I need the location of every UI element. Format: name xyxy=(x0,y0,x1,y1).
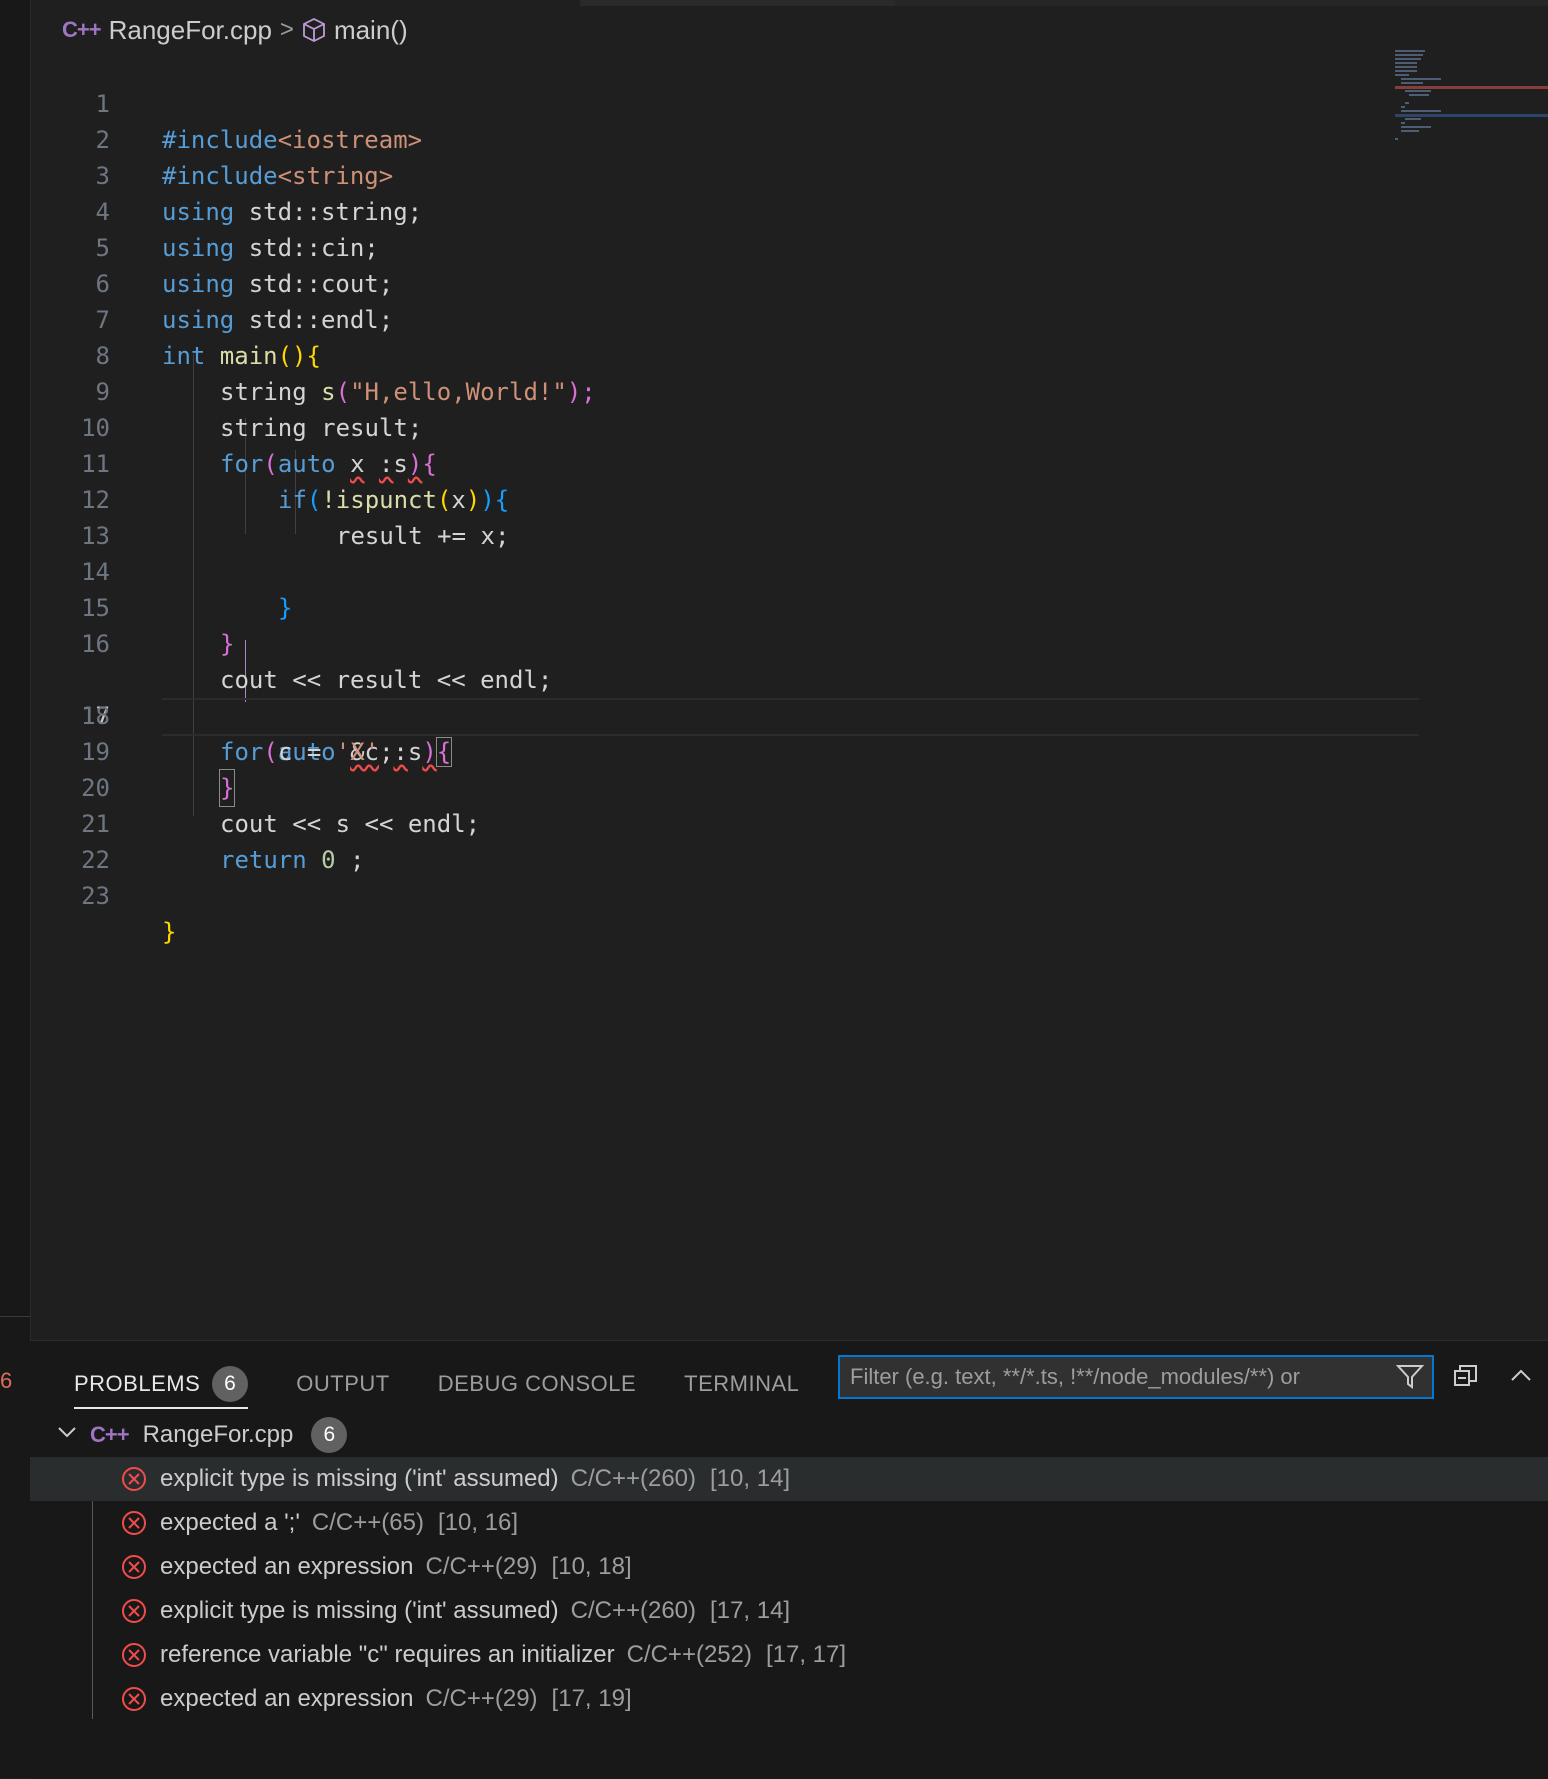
cpp-file-icon: C++ xyxy=(62,17,102,42)
error-icon xyxy=(120,1509,148,1537)
problem-position: [17, 17] xyxy=(765,1641,847,1668)
code-line[interactable]: 2 #include<string> xyxy=(30,86,1390,190)
problems-file-name: RangeFor.cpp xyxy=(142,1421,294,1448)
problem-source: C/C++(252) xyxy=(626,1641,752,1668)
problem-source: C/C++(29) xyxy=(425,1553,538,1580)
problems-file-group[interactable]: C++ RangeFor.cpp 6 xyxy=(30,1413,1548,1457)
code-line[interactable]: 5 using std::cout; xyxy=(30,194,1390,298)
problem-item[interactable]: expected a ';' C/C++(65) [10, 16] xyxy=(30,1501,1548,1545)
problem-item[interactable]: reference variable "c" requires an initi… xyxy=(30,1633,1548,1677)
panel-tabs: PROBLEMS 6 OUTPUT DEBUG CONSOLE TERMINAL xyxy=(74,1359,799,1409)
problems-count-badge: 6 xyxy=(212,1366,249,1402)
problem-message: explicit type is missing ('int' assumed) xyxy=(160,1465,559,1492)
code-line[interactable]: 1 #include<iostream> xyxy=(30,50,1390,154)
code-line[interactable]: 7 int main(){ xyxy=(30,266,1390,370)
tab-label: PROBLEMS xyxy=(74,1371,201,1396)
code-line[interactable]: 11 if(!ispunct(x)){ xyxy=(30,410,1390,514)
collapse-all-icon[interactable] xyxy=(1452,1363,1480,1394)
problem-message: reference variable "c" requires an initi… xyxy=(160,1641,615,1668)
cube-icon xyxy=(302,17,326,43)
problem-source: C/C++(260) xyxy=(570,1465,697,1492)
problem-item[interactable]: expected an expression C/C++(29) [10, 18… xyxy=(30,1545,1548,1589)
problem-source: C/C++(29) xyxy=(425,1685,538,1712)
code-line[interactable]: 12 result += x; xyxy=(30,446,1390,550)
problems-filter xyxy=(838,1355,1434,1399)
problem-source: C/C++(65) xyxy=(311,1509,424,1536)
breadcrumb-symbol[interactable]: main() xyxy=(334,15,408,46)
code-line-active[interactable]: 17 for(auto &c :s){ xyxy=(30,626,1419,767)
chevron-down-icon[interactable] xyxy=(56,1421,78,1450)
code-line[interactable]: 10 for(auto x :s){ xyxy=(30,374,1390,478)
tab-terminal[interactable]: TERMINAL xyxy=(684,1359,799,1409)
code-line[interactable]: 3 using std::string; xyxy=(30,122,1390,226)
code-token: } xyxy=(162,918,177,946)
tab-debug-console[interactable]: DEBUG CONSOLE xyxy=(438,1359,636,1409)
error-icon xyxy=(120,1553,148,1581)
code-line[interactable]: 19 } xyxy=(30,698,1390,807)
tab-problems[interactable]: PROBLEMS 6 xyxy=(74,1359,249,1409)
breadcrumb-file[interactable]: RangeFor.cpp xyxy=(109,15,272,46)
line-number: 23 xyxy=(81,882,110,910)
activity-divider xyxy=(0,1316,30,1317)
problems-file-count: 6 xyxy=(311,1417,348,1453)
problem-item[interactable]: explicit type is missing ('int' assumed)… xyxy=(30,1589,1548,1633)
code-line[interactable]: 8 string s("H,ello,World!"); xyxy=(30,302,1390,406)
error-icon xyxy=(120,1597,148,1625)
cpp-file-icon: C++ xyxy=(90,1422,130,1447)
code-line[interactable]: 14 } xyxy=(30,518,1390,622)
code-line[interactable]: 6 using std::endl; xyxy=(30,230,1390,334)
problem-message: expected an expression xyxy=(160,1685,414,1712)
problem-message: explicit type is missing ('int' assumed) xyxy=(160,1597,559,1624)
filter-input[interactable] xyxy=(848,1363,1388,1391)
code-line[interactable]: 9 string result; xyxy=(30,338,1390,442)
code-line[interactable]: 16 cout << result << endl; xyxy=(30,590,1390,694)
bottom-panel: PROBLEMS 6 OUTPUT DEBUG CONSOLE TERMINAL… xyxy=(30,1340,1548,1779)
code-line[interactable]: 13 xyxy=(30,482,1390,550)
code-line[interactable]: 18 c = 'X'; xyxy=(30,662,1390,766)
error-icon xyxy=(120,1685,148,1713)
problem-message: expected a ';' xyxy=(160,1509,300,1536)
problem-position: [10, 14] xyxy=(710,1465,791,1492)
maximize-panel-icon[interactable] xyxy=(1508,1363,1534,1394)
code-line[interactable]: 20 cout << s << endl; xyxy=(30,734,1390,838)
activity-badge: 6 xyxy=(0,1368,13,1393)
problem-item[interactable]: expected an expression C/C++(29) [17, 19… xyxy=(30,1677,1548,1721)
filter-icon[interactable] xyxy=(1388,1364,1432,1390)
breadcrumb-separator: > xyxy=(279,16,294,43)
error-icon xyxy=(120,1465,148,1493)
problem-position: [17, 14] xyxy=(710,1597,791,1624)
code-line[interactable]: 22 xyxy=(30,806,1390,874)
problem-source: C/C++(260) xyxy=(570,1597,697,1624)
code-line[interactable]: 21 return 0 ; xyxy=(30,770,1390,874)
problem-position: [17, 19] xyxy=(551,1685,632,1712)
activity-bar: 6 xyxy=(0,0,31,1778)
tab-strip-remnant xyxy=(0,0,1548,6)
problem-message: expected an expression xyxy=(160,1553,414,1580)
breadcrumb: C++ RangeFor.cpp > main() xyxy=(62,10,408,50)
tab-output[interactable]: OUTPUT xyxy=(296,1359,389,1409)
code-line[interactable]: 4 using std::cin; xyxy=(30,158,1390,262)
code-line[interactable]: 15 } xyxy=(30,554,1390,658)
problem-position: [10, 16] xyxy=(437,1509,519,1536)
minimap[interactable] xyxy=(1395,48,1548,148)
problem-position: [10, 18] xyxy=(551,1553,632,1580)
error-icon xyxy=(120,1641,148,1669)
code-line[interactable]: 23 } xyxy=(30,842,1390,946)
problem-item[interactable]: explicit type is missing ('int' assumed)… xyxy=(30,1457,1548,1501)
